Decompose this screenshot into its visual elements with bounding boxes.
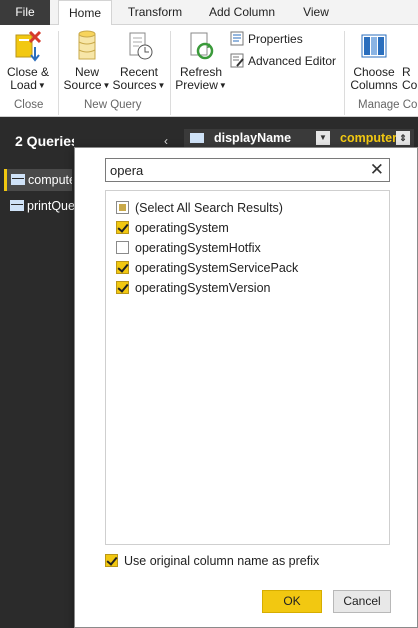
ribbon-tab-bar: File Home Transform Add Column View (0, 0, 418, 26)
choose-columns-button[interactable]: Choose Columns (348, 29, 400, 92)
use-prefix-option[interactable]: Use original column name as prefix (105, 554, 319, 568)
group-label-close: Close (14, 99, 44, 111)
active-column-name: computer (340, 131, 397, 145)
chevron-down-icon: ▼ (102, 81, 111, 90)
close-load-icon (15, 30, 42, 62)
advanced-editor-icon (230, 53, 244, 68)
list-item[interactable]: operatingSystem (116, 219, 229, 237)
properties-icon (230, 31, 244, 46)
recent-sources-button[interactable]: Recent Sources▼ (112, 29, 166, 92)
table-icon (11, 174, 25, 185)
table-type-icon (190, 133, 204, 143)
list-item-label: operatingSystemServicePack (135, 261, 299, 275)
close-load-button[interactable]: Close & Load▼ (4, 29, 52, 92)
query-item-label: compute (28, 173, 72, 187)
checkbox-unchecked-icon[interactable] (116, 241, 129, 254)
clear-search-icon[interactable]: ✕ (370, 160, 384, 180)
advanced-editor-label: Advanced Editor (248, 54, 337, 68)
recent-sources-icon (129, 32, 153, 60)
tab-file[interactable]: File (0, 0, 50, 25)
new-source-label-2: Source (63, 78, 102, 92)
table-icon (10, 200, 24, 211)
search-input[interactable] (110, 162, 360, 178)
checkbox-checked-icon[interactable] (116, 261, 129, 274)
advanced-editor-button[interactable]: Advanced Editor (230, 53, 336, 69)
checkbox-checked-icon[interactable] (116, 281, 129, 294)
search-box: ✕ (105, 158, 390, 182)
choose-columns-label-2: Columns (350, 78, 398, 92)
group-label-manage-columns: Manage Co (358, 99, 418, 111)
list-item[interactable]: operatingSystemServicePack (116, 259, 298, 277)
chevron-down-icon: ▼ (37, 81, 46, 90)
use-prefix-label: Use original column name as prefix (124, 554, 320, 568)
columns-icon (361, 34, 387, 58)
tab-transform[interactable]: Transform (120, 0, 190, 25)
refresh-preview-button[interactable]: Refresh Preview▼ (174, 29, 228, 92)
expand-column-icon[interactable]: ⇕ (396, 131, 410, 145)
remove-columns-button[interactable]: R Co (402, 66, 418, 92)
group-label-new-query: New Query (84, 99, 142, 111)
queries-panel: 2 Queries compute printQue (0, 117, 79, 628)
refresh-preview-label-2: Preview (175, 78, 218, 92)
group-divider (344, 31, 345, 115)
tab-home[interactable]: Home (58, 0, 112, 26)
select-all-item[interactable]: (Select All Search Results) (116, 199, 283, 217)
list-item-label: (Select All Search Results) (135, 201, 283, 215)
checkbox-partial-icon[interactable] (116, 201, 129, 214)
query-item[interactable]: compute (4, 169, 72, 191)
remove-columns-label-2: Co (402, 78, 418, 92)
recent-sources-label-2: Sources (112, 78, 157, 92)
refresh-icon (190, 32, 214, 60)
list-item-label: operatingSystem (135, 221, 229, 235)
checkbox-checked-icon[interactable] (105, 554, 118, 567)
collapse-panel-icon[interactable]: ‹ (164, 134, 168, 148)
query-item[interactable]: printQue (6, 195, 74, 217)
ok-button[interactable]: OK (262, 590, 322, 613)
queries-header: 2 Queries (15, 133, 79, 149)
list-item[interactable]: operatingSystemVersion (116, 279, 271, 297)
column-header[interactable]: displayName ▼ computer ⇕ (184, 129, 414, 147)
chevron-down-icon: ▼ (157, 81, 166, 90)
checkbox-checked-icon[interactable] (116, 221, 129, 234)
tab-view[interactable]: View (294, 0, 338, 25)
column-name: displayName (214, 131, 292, 145)
tab-add-column[interactable]: Add Column (200, 0, 284, 25)
close-load-label-2: Load (10, 78, 37, 92)
database-icon (78, 30, 96, 60)
cancel-button[interactable]: Cancel (333, 590, 391, 613)
column-list: (Select All Search Results) operatingSys… (105, 190, 390, 545)
column-filter-dropdown[interactable]: ▼ (316, 131, 330, 145)
properties-button[interactable]: Properties (230, 31, 303, 47)
new-source-button[interactable]: New Source▼ (62, 29, 112, 92)
ribbon: Close & Load▼ Close New Source▼ Recent S… (0, 25, 418, 117)
expand-columns-dialog: ✕ (Select All Search Results) operatingS… (74, 147, 418, 628)
list-item-label: operatingSystemHotfix (135, 241, 261, 255)
chevron-down-icon: ▼ (218, 81, 227, 90)
group-divider (170, 31, 171, 115)
properties-label: Properties (248, 32, 303, 46)
list-item-label: operatingSystemVersion (135, 281, 271, 295)
group-divider (58, 31, 59, 115)
query-item-label: printQue (27, 199, 74, 213)
list-item[interactable]: operatingSystemHotfix (116, 239, 261, 257)
